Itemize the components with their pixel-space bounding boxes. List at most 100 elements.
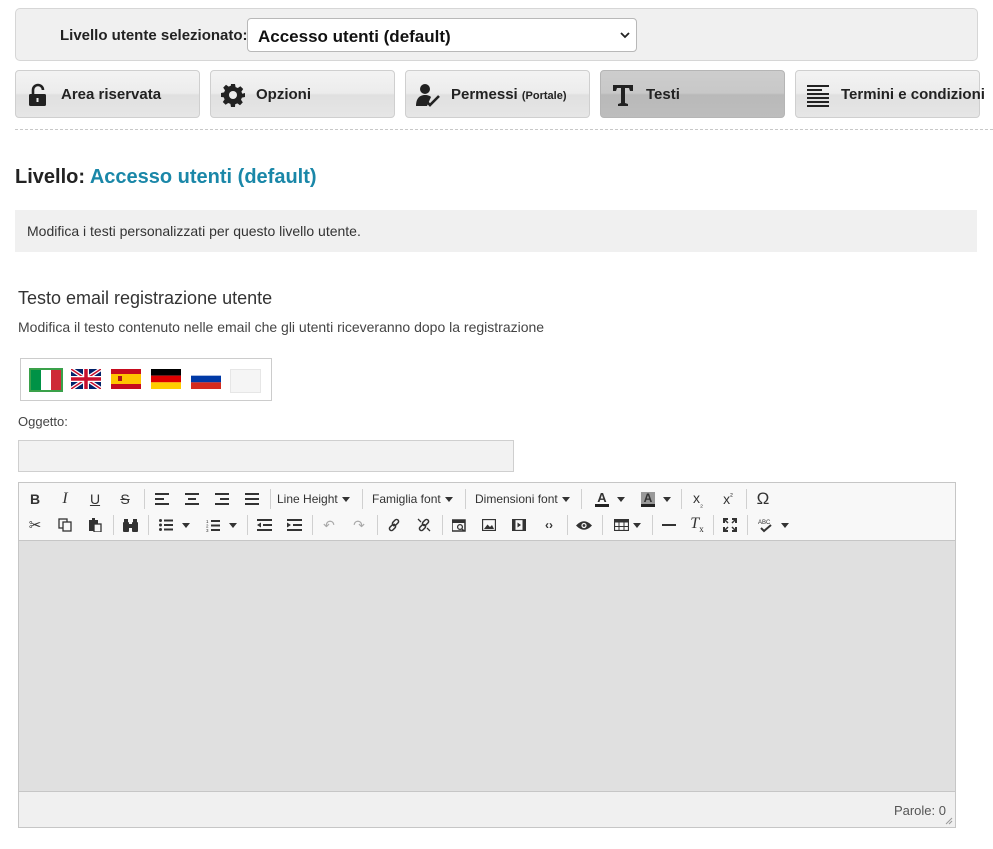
tab-opzioni[interactable]: Opzioni xyxy=(210,70,395,118)
italic-icon[interactable]: I xyxy=(54,489,76,509)
separator xyxy=(270,489,271,509)
flag-spain-icon[interactable] xyxy=(111,369,143,391)
separator xyxy=(681,489,682,509)
superscript-icon[interactable]: x² xyxy=(717,489,739,509)
underline-icon[interactable]: U xyxy=(84,489,106,509)
word-count: Parole: 0 xyxy=(893,803,946,818)
image-icon[interactable] xyxy=(478,515,500,535)
separator xyxy=(581,489,582,509)
flag-germany-icon[interactable] xyxy=(151,369,183,391)
align-right-icon[interactable] xyxy=(211,489,233,509)
gear-icon xyxy=(221,84,245,107)
copy-icon[interactable] xyxy=(54,515,76,535)
tab-area-riservata[interactable]: Area riservata xyxy=(15,70,200,118)
separator xyxy=(312,515,313,535)
separator xyxy=(465,489,466,509)
level-select-value: Accesso utenti (default) xyxy=(258,27,451,46)
level-selector-label: Livello utente selezionato: xyxy=(60,27,248,44)
subject-label: Oggetto: xyxy=(18,414,68,429)
text-color-icon[interactable]: A xyxy=(591,489,629,509)
fullscreen-icon[interactable] xyxy=(719,515,741,535)
align-justify-icon[interactable] xyxy=(241,489,263,509)
tab-label: Testi xyxy=(646,86,680,103)
separator xyxy=(442,515,443,535)
source-code-icon[interactable]: ‹› xyxy=(538,515,560,535)
subscript-icon[interactable]: x₂ xyxy=(687,489,709,509)
table-icon[interactable] xyxy=(608,515,646,535)
language-selector xyxy=(20,358,272,401)
bullet-list-icon[interactable] xyxy=(154,515,194,535)
find-replace-icon[interactable] xyxy=(119,515,141,535)
tab-label: Opzioni xyxy=(256,86,311,103)
horizontal-rule-icon[interactable] xyxy=(658,515,680,535)
text-t-icon xyxy=(613,85,633,106)
tab-termini[interactable]: Termini e condizioni xyxy=(795,70,985,118)
info-box: Modifica i testi personalizzati per ques… xyxy=(15,210,977,252)
svg-text:ABC: ABC xyxy=(758,520,771,526)
flag-italy-icon[interactable] xyxy=(29,368,63,392)
separator xyxy=(148,515,149,535)
file-browser-icon[interactable] xyxy=(448,515,470,535)
separator xyxy=(746,489,747,509)
numbered-list-icon[interactable]: 123 xyxy=(201,515,241,535)
indent-icon[interactable] xyxy=(283,515,305,535)
separator xyxy=(652,515,653,535)
undo-icon[interactable]: ↶ xyxy=(318,515,340,535)
tab-testi[interactable]: Testi xyxy=(600,70,785,118)
section-description: Modifica il testo contenuto nelle email … xyxy=(18,319,545,335)
strikethrough-icon[interactable]: S xyxy=(114,489,136,509)
separator xyxy=(567,515,568,535)
editor-status-bar: Parole: 0 xyxy=(19,791,955,827)
font-size-dropdown[interactable]: Dimensioni font xyxy=(475,489,570,509)
subject-input[interactable] xyxy=(18,440,514,472)
level-selector-bar: Livello utente selezionato: Accesso uten… xyxy=(15,8,978,61)
separator xyxy=(713,515,714,535)
preview-eye-icon[interactable] xyxy=(573,515,595,535)
lines-icon xyxy=(807,85,829,107)
line-height-dropdown[interactable]: Line Height xyxy=(277,489,350,509)
outdent-icon[interactable] xyxy=(253,515,275,535)
level-select[interactable]: Accesso utenti (default) xyxy=(247,18,637,52)
divider xyxy=(15,129,993,130)
separator xyxy=(144,489,145,509)
separator xyxy=(362,489,363,509)
spellcheck-icon[interactable]: ABC xyxy=(753,515,793,535)
svg-text:3: 3 xyxy=(206,528,209,532)
separator xyxy=(247,515,248,535)
tab-label: Area riservata xyxy=(61,86,162,103)
background-color-icon[interactable]: A xyxy=(637,489,675,509)
info-text: Modifica i testi personalizzati per ques… xyxy=(27,223,361,239)
flag-uk-icon[interactable] xyxy=(71,369,103,391)
clear-formatting-icon[interactable]: Tx xyxy=(686,515,708,535)
flag-russia-icon[interactable] xyxy=(191,369,223,391)
separator xyxy=(602,515,603,535)
user-check-icon xyxy=(416,84,440,107)
paste-icon[interactable] xyxy=(84,515,106,535)
chevron-down-icon xyxy=(620,32,630,39)
level-heading: Livello: Accesso utenti (default) xyxy=(15,166,317,188)
resize-handle-icon[interactable] xyxy=(945,817,953,825)
tab-label: Termini e condizioni xyxy=(841,86,985,103)
rich-text-editor: B I U S Line Height Famiglia font Dimens… xyxy=(18,482,956,828)
separator xyxy=(113,515,114,535)
tab-label: Permessi (Portale) xyxy=(451,86,567,103)
section-title: Testo email registrazione utente xyxy=(18,288,273,308)
special-char-icon[interactable]: Ω xyxy=(752,489,774,509)
tab-permessi[interactable]: Permessi (Portale) xyxy=(405,70,590,118)
cut-icon[interactable]: ✂ xyxy=(24,515,46,535)
separator xyxy=(377,515,378,535)
redo-icon[interactable]: ↷ xyxy=(348,515,370,535)
flag-empty-slot[interactable] xyxy=(230,369,261,393)
link-icon[interactable] xyxy=(383,515,405,535)
bold-icon[interactable]: B xyxy=(24,489,46,509)
font-family-dropdown[interactable]: Famiglia font xyxy=(372,489,453,509)
level-name: Accesso utenti (default) xyxy=(89,166,317,188)
video-icon[interactable] xyxy=(508,515,530,535)
unlink-icon[interactable] xyxy=(413,515,435,535)
align-left-icon[interactable] xyxy=(151,489,173,509)
separator xyxy=(747,515,748,535)
align-center-icon[interactable] xyxy=(181,489,203,509)
editor-toolbar: B I U S Line Height Famiglia font Dimens… xyxy=(19,483,955,541)
lock-icon xyxy=(29,83,46,106)
editor-content-area[interactable] xyxy=(19,541,955,791)
